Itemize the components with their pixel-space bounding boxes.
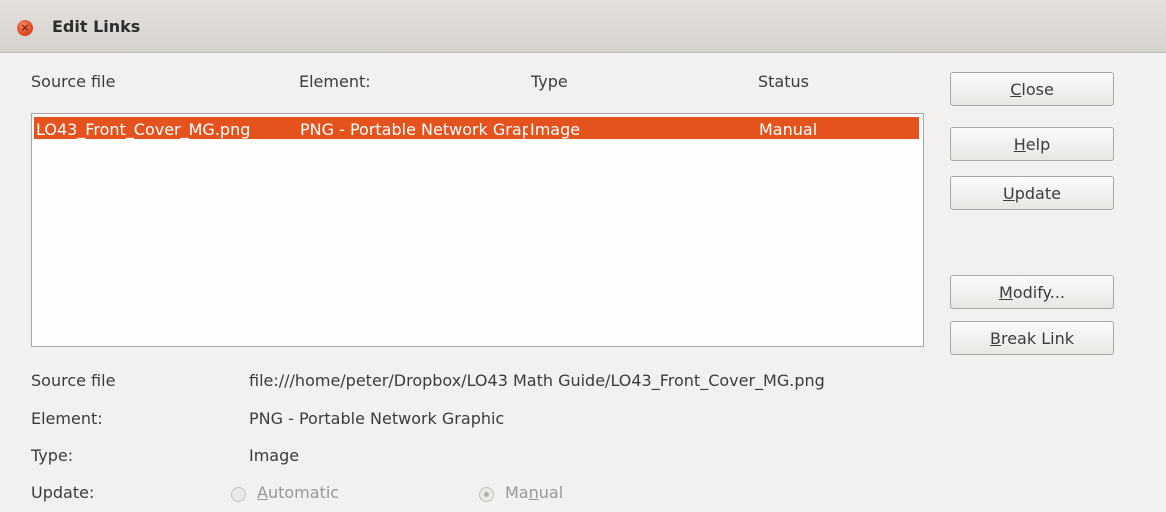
radio-selected-dot [484,492,489,497]
source-file-label: Source file [31,371,116,390]
link-row[interactable]: LO43_Front_Cover_MG.png PNG - Portable N… [34,117,919,139]
type-label: Type: [31,446,74,465]
automatic-radio[interactable] [231,487,246,502]
manual-radio[interactable] [479,487,494,502]
link-element: PNG - Portable Network Graphic [300,120,528,139]
modify-button[interactable]: Modify... [950,275,1114,309]
column-header-status: Status [758,72,809,91]
source-file-value: file:///home/peter/Dropbox/LO43 Math Gui… [249,371,825,390]
window-close-icon[interactable]: × [17,20,33,36]
link-status: Manual [759,120,818,139]
column-header-source-file: Source file [31,72,116,91]
links-list[interactable]: LO43_Front_Cover_MG.png PNG - Portable N… [31,113,924,347]
break-link-button[interactable]: Break Link [950,321,1114,355]
manual-label: Manual [505,483,564,502]
title-bar: × Edit Links [0,0,1166,53]
element-value: PNG - Portable Network Graphic [249,409,505,428]
column-header-element: Element: [299,72,371,91]
close-button[interactable]: Close [950,72,1114,106]
window-title: Edit Links [52,17,141,36]
element-label: Element: [31,409,103,428]
help-button[interactable]: Help [950,127,1114,161]
update-label: Update: [31,483,95,502]
automatic-label: Automatic [257,483,340,502]
column-header-type: Type [531,72,568,91]
link-source-file: LO43_Front_Cover_MG.png [36,120,251,139]
update-button[interactable]: Update [950,176,1114,210]
type-value: Image [249,446,300,465]
link-type: Image [530,120,581,139]
